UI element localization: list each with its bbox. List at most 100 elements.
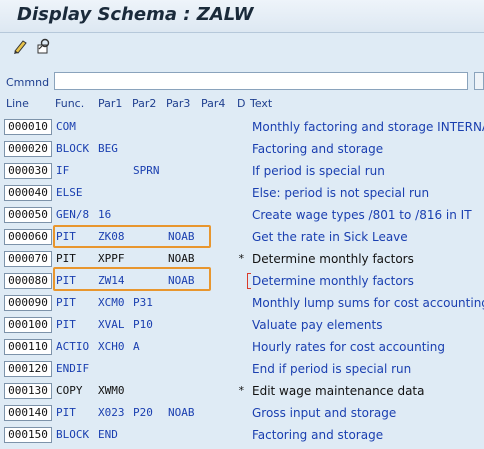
row-func: COM (56, 120, 76, 133)
line-number-field[interactable]: 000060 (4, 229, 52, 245)
row-par3: NOAB (168, 274, 195, 287)
col-header-d: D (237, 97, 246, 110)
row-par1: BEG (98, 142, 118, 155)
text-cursor (247, 273, 251, 289)
table-row[interactable]: 000090 PIT XCM0 P31 Monthly lump sums for co… (0, 292, 484, 314)
line-number-field[interactable]: 000010 (4, 119, 52, 135)
row-text: Gross input and storage (252, 406, 397, 420)
row-par2: A (133, 340, 140, 353)
row-text: Factoring and storage (252, 142, 384, 156)
line-number-field[interactable]: 000050 (4, 207, 52, 223)
table-row[interactable]: 000030 IF SPRN If period is special run (0, 160, 484, 182)
row-func: IF (56, 164, 70, 177)
row-par2: P20 (133, 406, 153, 419)
line-number-field[interactable]: 000070 (4, 251, 52, 267)
row-par3: NOAB (168, 406, 195, 419)
row-par1: XCH0 (98, 340, 125, 353)
row-text: Monthly factoring and storage INTERNAT. (252, 120, 484, 134)
row-d-flag: * (238, 384, 245, 397)
row-func: PIT (56, 230, 76, 243)
command-label: Cmmnd (6, 76, 50, 89)
row-func: GEN/8 (56, 208, 90, 221)
row-func: BLOCK (56, 428, 90, 441)
other-object-icon[interactable] (34, 37, 52, 55)
row-text: Else: period is not special run (252, 186, 430, 200)
col-header-par2: Par2 (132, 97, 157, 110)
row-func: ENDIF (56, 362, 90, 375)
row-text: Create wage types /801 to /816 in IT (252, 208, 472, 222)
row-par1: END (98, 428, 118, 441)
row-par1: XPPF (98, 252, 125, 265)
row-par2: P31 (133, 296, 153, 309)
col-header-par3: Par3 (166, 97, 191, 110)
line-number-field[interactable]: 000030 (4, 163, 52, 179)
line-number-field[interactable]: 000130 (4, 383, 52, 399)
row-func: PIT (56, 252, 76, 265)
row-text: Hourly rates for cost accounting (252, 340, 445, 354)
table-row[interactable]: 000070 PIT XPPF NOAB * Determine monthly fact… (0, 248, 484, 270)
table-row[interactable]: 000010 COM Monthly factoring and storage I… (0, 116, 484, 138)
line-number-field[interactable]: 000140 (4, 405, 52, 421)
row-par1: ZW14 (98, 274, 125, 287)
row-par3: NOAB (168, 230, 195, 243)
row-par1: XCM0 (98, 296, 125, 309)
row-text: Valuate pay elements (252, 318, 383, 332)
row-func: PIT (56, 318, 76, 331)
row-text: End if period is special run (252, 362, 412, 376)
line-number-field[interactable]: 000040 (4, 185, 52, 201)
line-number-field[interactable]: 000110 (4, 339, 52, 355)
table-row[interactable]: 000020 BLOCK BEG Factoring and storage (0, 138, 484, 160)
row-par2: SPRN (133, 164, 160, 177)
table-row[interactable]: 000080 PIT ZW14 NOAB Determine monthly facto… (0, 270, 484, 292)
table-row[interactable]: 000050 GEN/8 16 Create wage types /801 to /… (0, 204, 484, 226)
row-par1: XVAL (98, 318, 125, 331)
line-number-field[interactable]: 000100 (4, 317, 52, 333)
row-func: ACTIO (56, 340, 90, 353)
table-row[interactable]: 000100 PIT XVAL P10 Valuate pay elements (0, 314, 484, 336)
title-bar: Display Schema : ZALW (0, 0, 484, 33)
window-title: Display Schema : ZALW (17, 4, 254, 25)
table-row[interactable]: 000110 ACTIO XCH0 A Hourly rates for cost ac… (0, 336, 484, 358)
row-func: ELSE (56, 186, 83, 199)
col-header-line: Line (6, 97, 29, 110)
row-d-flag: * (238, 252, 245, 265)
col-header-text: Text (250, 97, 273, 110)
command-scroll-button[interactable] (474, 72, 484, 90)
pencil-glasses-icon[interactable] (12, 37, 30, 55)
col-header-func: Func. (55, 97, 85, 110)
col-header-par4: Par4 (201, 97, 226, 110)
row-text: Determine monthly factors (252, 274, 414, 288)
line-number-field[interactable]: 000080 (4, 273, 52, 289)
row-text: Get the rate in Sick Leave (252, 230, 408, 244)
row-text: Determine monthly factors (252, 252, 414, 266)
row-func: COPY (56, 384, 83, 397)
table-row[interactable]: 000150 BLOCK END Factoring and storage (0, 424, 484, 446)
row-text: Factoring and storage (252, 428, 384, 442)
table-row[interactable]: 000060 PIT ZK08 NOAB Get the rate in Sick Le… (0, 226, 484, 248)
line-number-field[interactable]: 000020 (4, 141, 52, 157)
command-row: Cmmnd (0, 69, 484, 95)
row-par1: 16 (98, 208, 112, 221)
row-func: PIT (56, 274, 76, 287)
row-func: BLOCK (56, 142, 90, 155)
row-par1: XWM0 (98, 384, 125, 397)
row-text: Edit wage maintenance data (252, 384, 425, 398)
table-row[interactable]: 000130 COPY XWM0 * Edit wage maintenance dat… (0, 380, 484, 402)
line-number-field[interactable]: 000120 (4, 361, 52, 377)
row-par1: ZK08 (98, 230, 125, 243)
table-row[interactable]: 000040 ELSE Else: period is not special ru… (0, 182, 484, 204)
row-func: PIT (56, 296, 76, 309)
line-number-field[interactable]: 000090 (4, 295, 52, 311)
row-par1: X023 (98, 406, 125, 419)
row-text: Monthly lump sums for cost accounting (252, 296, 484, 310)
col-header-par1: Par1 (98, 97, 123, 110)
command-field[interactable] (54, 72, 468, 90)
row-text: If period is special run (252, 164, 385, 178)
row-par3: NOAB (168, 252, 195, 265)
application-toolbar (0, 33, 484, 63)
table-row[interactable]: 000140 PIT X023 P20 NOAB Gross input and stor… (0, 402, 484, 424)
line-number-field[interactable]: 000150 (4, 427, 52, 443)
row-func: PIT (56, 406, 76, 419)
row-par2: P10 (133, 318, 153, 331)
table-row[interactable]: 000120 ENDIF End if period is special run (0, 358, 484, 380)
